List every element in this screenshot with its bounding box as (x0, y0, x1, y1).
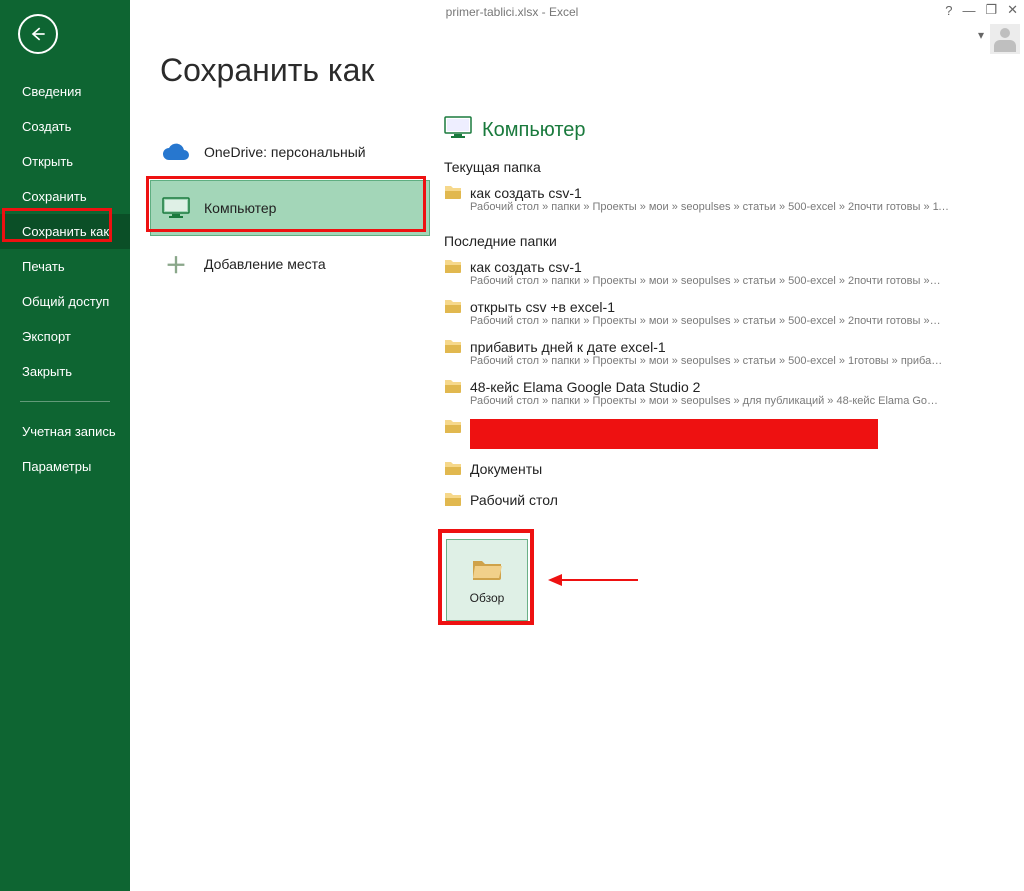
cloud-icon (162, 141, 190, 163)
nav-print[interactable]: Печать (0, 249, 130, 284)
folder-icon (444, 461, 462, 480)
folder-name: 48-кейс Elama Google Data Studio 2 (470, 379, 1000, 395)
nav-info[interactable]: Сведения (0, 74, 130, 109)
folder-icon (444, 492, 462, 511)
browse-button[interactable]: Обзор (446, 539, 528, 621)
folder-icon (444, 299, 462, 318)
page-title: Сохранить как (160, 52, 1024, 89)
plus-icon: ＋ (162, 253, 190, 275)
recent-folder[interactable]: прибавить дней к дате excel-1Рабочий сто… (444, 333, 1000, 373)
current-folder[interactable]: как создать csv-1 Рабочий стол » папки »… (444, 179, 1000, 219)
back-button[interactable] (18, 14, 58, 54)
redacted-area (470, 419, 878, 449)
nav-options[interactable]: Параметры (0, 449, 130, 484)
folder-name: прибавить дней к дате excel-1 (470, 339, 1000, 355)
place-computer[interactable]: Компьютер (150, 180, 430, 236)
backstage-sidebar: Сведения Создать Открыть Сохранить Сохра… (0, 0, 130, 891)
recent-folder[interactable]: Документы (444, 455, 1000, 486)
place-label: Добавление места (204, 256, 326, 272)
nav-save[interactable]: Сохранить (0, 179, 130, 214)
recent-folder-redacted[interactable] (444, 413, 1000, 455)
nav-close[interactable]: Закрыть (0, 354, 130, 389)
place-onedrive[interactable]: OneDrive: персональный (150, 124, 430, 180)
monitor-icon (162, 197, 190, 219)
save-places: OneDrive: персональный Компьютер ＋ Добав… (150, 124, 430, 292)
recent-folder[interactable]: как создать csv-1Рабочий стол » папки » … (444, 253, 1000, 293)
nav-share[interactable]: Общий доступ (0, 284, 130, 319)
recent-folder[interactable]: 48-кейс Elama Google Data Studio 2Рабочи… (444, 373, 1000, 413)
nav-save-as[interactable]: Сохранить как (0, 214, 130, 249)
recent-folder[interactable]: Рабочий стол (444, 486, 1000, 517)
browse-label: Обзор (470, 591, 505, 605)
folder-path: Рабочий стол » папки » Проекты » мои » s… (470, 275, 950, 287)
folder-name: открыть csv +в excel-1 (470, 299, 1000, 315)
folder-name: Документы (470, 461, 1000, 477)
folder-name: Рабочий стол (470, 492, 1000, 508)
folder-path: Рабочий стол » папки » Проекты » мои » s… (470, 355, 950, 367)
folder-name: как создать csv-1 (470, 185, 1000, 201)
details-title: Компьютер (482, 119, 586, 142)
folder-icon (444, 419, 462, 438)
folder-path: Рабочий стол » папки » Проекты » мои » s… (470, 395, 950, 407)
nav-new[interactable]: Создать (0, 109, 130, 144)
annotation-arrow (548, 573, 634, 583)
save-details: Компьютер Текущая папка как создать csv-… (444, 116, 1000, 623)
folder-path: Рабочий стол » папки » Проекты » мои » s… (470, 201, 950, 213)
nav-export[interactable]: Экспорт (0, 319, 130, 354)
folder-open-icon (471, 556, 503, 585)
place-label: OneDrive: персональный (204, 144, 366, 160)
folder-icon (444, 339, 462, 358)
recent-folders-label: Последние папки (444, 233, 1000, 249)
folder-icon (444, 259, 462, 278)
folder-icon (444, 379, 462, 398)
folder-name: как создать csv-1 (470, 259, 1000, 275)
monitor-icon (444, 116, 472, 145)
nav-account[interactable]: Учетная запись (0, 414, 130, 449)
current-folder-label: Текущая папка (444, 159, 1000, 175)
recent-folder[interactable]: открыть csv +в excel-1Рабочий стол » пап… (444, 293, 1000, 333)
place-label: Компьютер (204, 200, 276, 216)
nav-open[interactable]: Открыть (0, 144, 130, 179)
folder-path: Рабочий стол » папки » Проекты » мои » s… (470, 315, 950, 327)
folder-icon (444, 185, 462, 204)
place-add-location[interactable]: ＋ Добавление места (150, 236, 430, 292)
